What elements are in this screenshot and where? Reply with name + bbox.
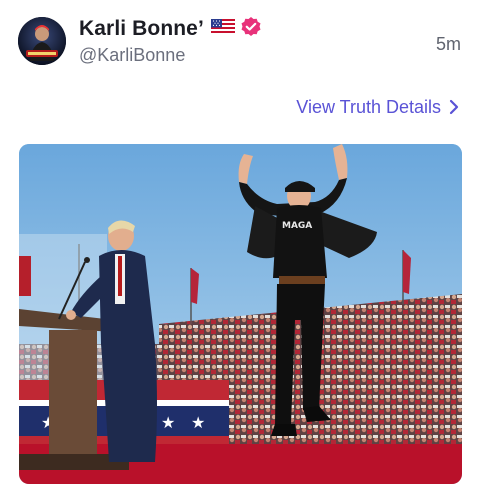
avatar-image	[18, 17, 66, 65]
flag-left-edge	[19, 256, 31, 296]
shirt-text: MAGA	[282, 221, 312, 231]
view-truth-details-label: View Truth Details	[296, 96, 441, 117]
author-handle[interactable]: @KarliBonne	[79, 45, 185, 66]
svg-text:★: ★	[191, 413, 205, 432]
svg-text:★: ★	[161, 413, 175, 432]
chevron-right-icon	[449, 99, 459, 115]
post-header: Karli Bonne’ @KarliBonne 5m	[0, 0, 481, 90]
author-display-name[interactable]: Karli Bonne’	[79, 17, 204, 41]
rally-photo: ★ ★ ★ ★	[19, 144, 462, 484]
post-timestamp: 5m	[435, 34, 461, 54]
author-name-row: Karli Bonne’	[79, 15, 262, 43]
us-flag-icon	[210, 18, 235, 40]
verified-check-icon	[240, 16, 262, 43]
post-media-photo[interactable]: ★ ★ ★ ★	[19, 144, 462, 484]
view-truth-details-link[interactable]: View Truth Details	[296, 96, 459, 118]
avatar[interactable]	[18, 17, 66, 65]
